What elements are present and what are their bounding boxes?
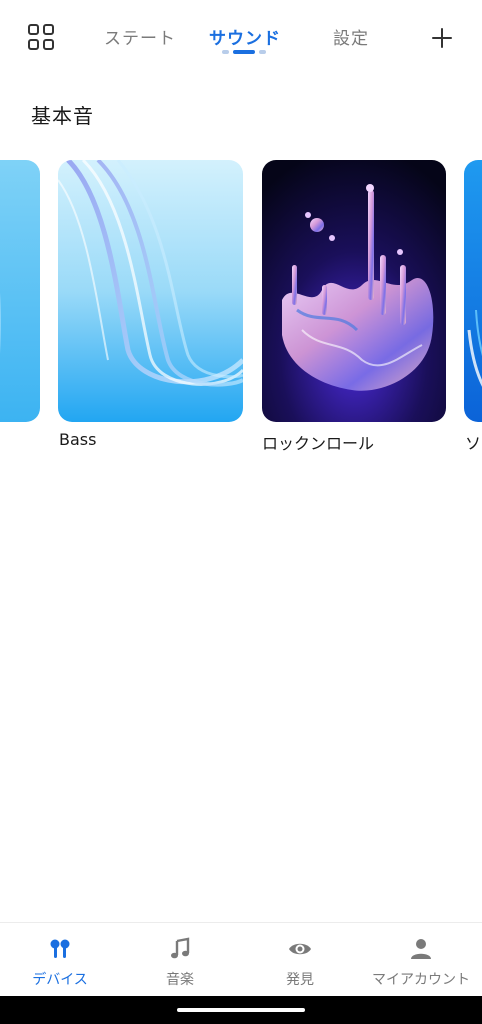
- tab-sound[interactable]: サウンド: [209, 24, 281, 49]
- sound-page: ステート サウンド 設定 基本音 Bass ロックンロール ソ デバイス 音楽 …: [0, 0, 482, 1024]
- top-header: ステート サウンド 設定: [0, 0, 482, 70]
- sound-card-rock-and-roll[interactable]: [262, 160, 446, 422]
- home-indicator[interactable]: [177, 1008, 305, 1012]
- grid-cell: [43, 39, 54, 50]
- tab-state[interactable]: ステート: [104, 24, 176, 49]
- grid-cell: [43, 24, 54, 35]
- grid-cell: [28, 24, 39, 35]
- music-note-icon: [171, 937, 190, 959]
- indicator-dot: [222, 50, 229, 54]
- system-navigation-bar: [0, 996, 482, 1024]
- tab-page-indicator: [222, 50, 268, 54]
- sound-card-label: Bass: [59, 430, 97, 449]
- card-artwork: [464, 160, 482, 422]
- sound-card-label: ソ: [465, 434, 482, 453]
- person-icon: [411, 939, 431, 959]
- sound-card-partial-right[interactable]: [464, 160, 482, 422]
- nav-item-discover[interactable]: 発見: [240, 923, 360, 997]
- nav-item-account[interactable]: マイアカウント: [361, 923, 481, 997]
- earbuds-icon: [50, 939, 70, 958]
- sound-card-label: ロックンロール: [262, 434, 375, 453]
- eye-icon: [289, 943, 311, 955]
- card-artwork: [262, 160, 446, 422]
- nav-item-music[interactable]: 音楽: [120, 923, 240, 997]
- card-artwork: [0, 160, 40, 422]
- nav-label: デバイス: [32, 972, 88, 988]
- card-artwork: [58, 160, 243, 422]
- plus-icon[interactable]: [429, 25, 455, 51]
- grid-cell: [28, 39, 39, 50]
- tab-settings[interactable]: 設定: [333, 24, 369, 49]
- nav-label: 発見: [286, 972, 314, 988]
- nav-label: 音楽: [166, 972, 194, 988]
- bottom-nav: デバイス 音楽 発見 マイアカウント: [0, 922, 482, 997]
- nav-label: マイアカウント: [372, 972, 470, 988]
- section-title: 基本音: [31, 104, 94, 128]
- indicator-dot: [259, 50, 266, 54]
- nav-item-devices[interactable]: デバイス: [0, 923, 120, 997]
- grid-icon[interactable]: [28, 24, 56, 52]
- sound-card-bass[interactable]: [58, 160, 243, 422]
- sound-card-partial-left[interactable]: [0, 160, 40, 422]
- indicator-dot-active: [233, 50, 255, 54]
